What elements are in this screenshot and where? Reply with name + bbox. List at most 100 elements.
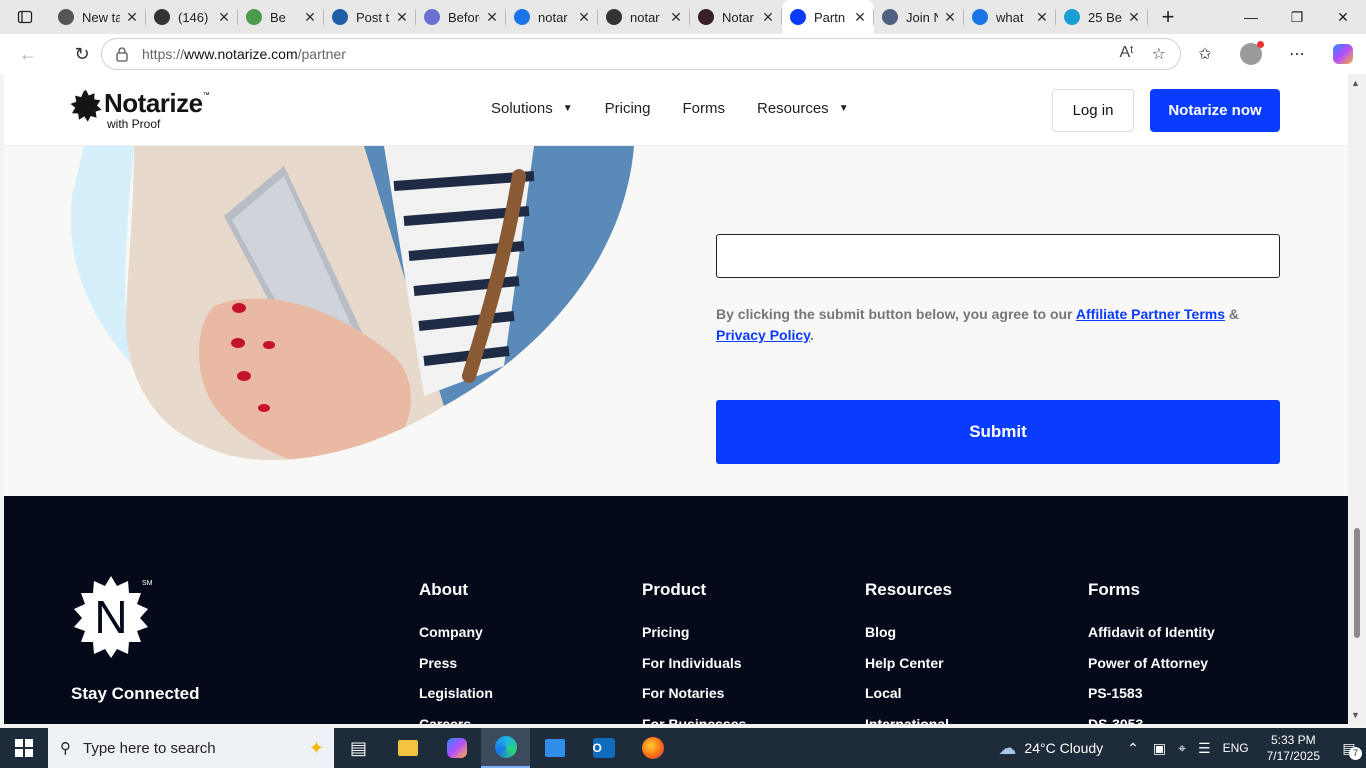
stay-connected-heading: Stay Connected	[71, 684, 200, 703]
browser-tab[interactable]: Notar ✕	[690, 0, 782, 34]
network-icon[interactable]: ⌖	[1178, 740, 1186, 757]
new-tab-button[interactable]: +	[1148, 4, 1188, 30]
more-menu-icon[interactable]: ⋯	[1274, 44, 1320, 64]
browser-tab[interactable]: New tab✕	[50, 0, 146, 34]
browser-tab[interactable]: 25 Be ✕	[1056, 0, 1148, 34]
footer-link[interactable]: Legislation	[419, 685, 493, 716]
file-explorer-icon[interactable]	[383, 728, 432, 768]
copilot-icon[interactable]	[1320, 44, 1366, 64]
footer-link[interactable]: Power of Attorney	[1088, 655, 1215, 686]
tab-close-icon[interactable]: ✕	[1126, 9, 1142, 26]
tab-close-icon[interactable]: ✕	[302, 9, 318, 26]
lock-icon[interactable]	[102, 46, 142, 62]
footer-link[interactable]: For Businesses	[642, 716, 746, 725]
tab-close-icon[interactable]: ✕	[216, 9, 232, 26]
browser-tab[interactable]: Join N✕	[874, 0, 964, 34]
meet-now-icon[interactable]: ▣	[1153, 740, 1166, 757]
address-bar-row: ← ↻ https://www.notarize.com/partner Aᵗ …	[0, 34, 1366, 74]
microsoft-store-icon[interactable]	[530, 728, 579, 768]
footer-link[interactable]: Pricing	[642, 624, 746, 655]
footer-link[interactable]: Help Center	[865, 655, 952, 686]
language-indicator[interactable]: ENG	[1223, 741, 1249, 755]
footer-link[interactable]: Blog	[865, 624, 952, 655]
browser-tab[interactable]: notar ✕	[506, 0, 598, 34]
form-text-field[interactable]	[716, 234, 1280, 278]
show-hidden-icons-chevron-icon[interactable]: ⌃	[1127, 740, 1139, 757]
profile-avatar[interactable]	[1228, 41, 1274, 65]
tab-close-icon[interactable]: ✕	[852, 9, 868, 26]
footer-link[interactable]: Press	[419, 655, 493, 686]
nav-item-solutions[interactable]: Solutions ▼	[491, 100, 573, 117]
footer-link[interactable]: Careers	[419, 716, 493, 725]
notarize-now-button[interactable]: Notarize now	[1150, 89, 1280, 132]
privacy-policy-link[interactable]: Privacy Policy	[716, 327, 810, 343]
browser-tab[interactable]: notar ✕	[598, 0, 690, 34]
start-button[interactable]	[0, 728, 48, 768]
minimize-button[interactable]: —	[1228, 0, 1274, 34]
taskbar-search-box[interactable]: ⚲ Type here to search ✦	[48, 728, 334, 768]
tab-close-icon[interactable]: ✕	[760, 9, 776, 26]
firefox-icon[interactable]	[628, 728, 677, 768]
browser-tab[interactable]: Be ✕	[238, 0, 324, 34]
clock[interactable]: 5:33 PM 7/17/2025	[1267, 732, 1320, 764]
dropdown-caret-icon: ▼	[838, 103, 849, 114]
tab-title: notar	[630, 9, 660, 25]
tab-close-icon[interactable]: ✕	[1034, 9, 1050, 26]
trademark-mark: ™	[202, 92, 210, 99]
tab-close-icon[interactable]: ✕	[484, 9, 500, 26]
nav-item-pricing[interactable]: Pricing	[605, 100, 651, 117]
outlook-icon[interactable]: O	[579, 728, 628, 768]
footer-link[interactable]: For Individuals	[642, 655, 746, 686]
browser-tab[interactable]: what ✕	[964, 0, 1056, 34]
close-window-button[interactable]: ✕	[1320, 0, 1366, 34]
browser-tab[interactable]: Partn ✕	[782, 0, 874, 34]
tab-actions-button[interactable]	[0, 0, 50, 34]
copilot-app-icon[interactable]	[432, 728, 481, 768]
footer-link[interactable]: For Notaries	[642, 685, 746, 716]
browser-tab[interactable]: Before✕	[416, 0, 506, 34]
nav-label: Forms	[682, 100, 725, 117]
task-view-icon[interactable]: ▤	[334, 728, 383, 768]
tab-close-icon[interactable]: ✕	[124, 9, 140, 26]
notarize-logo[interactable]: Notarize ™ with Proof	[70, 90, 210, 131]
footer-link[interactable]: Local	[865, 685, 952, 716]
favorite-star-icon[interactable]: ☆	[1152, 44, 1166, 64]
windows-logo-icon	[15, 739, 33, 757]
partner-form-section: By clicking the submit button below, you…	[4, 146, 1348, 496]
affiliate-terms-link[interactable]: Affiliate Partner Terms	[1076, 306, 1225, 322]
footer-link[interactable]: International	[865, 716, 952, 725]
footer-column-forms: Forms Affidavit of Identity Power of Attor…	[1088, 580, 1215, 724]
browser-tab[interactable]: Post t ✕	[324, 0, 416, 34]
read-aloud-icon[interactable]: Aᵗ	[1119, 44, 1133, 64]
search-icon: ⚲	[60, 740, 71, 757]
browser-tab[interactable]: (146) ✕	[146, 0, 238, 34]
hero-phone-image	[70, 146, 634, 461]
nav-item-forms[interactable]: Forms	[682, 100, 725, 117]
footer-link[interactable]: Company	[419, 624, 493, 655]
login-button[interactable]: Log in	[1052, 89, 1134, 132]
nav-item-resources[interactable]: Resources ▼	[757, 100, 849, 117]
address-field[interactable]: https://www.notarize.com/partner Aᵗ ☆	[101, 38, 1181, 70]
tab-close-icon[interactable]: ✕	[668, 9, 684, 26]
page-scrollbar[interactable]: ▲ ▼	[1348, 74, 1366, 724]
scroll-down-arrow-icon[interactable]: ▼	[1351, 710, 1360, 720]
footer-link[interactable]: Affidavit of Identity	[1088, 624, 1215, 655]
restore-button[interactable]: ❐	[1274, 0, 1320, 34]
submit-button[interactable]: Submit	[716, 400, 1280, 464]
notification-center-button[interactable]: ▤ 7	[1332, 728, 1366, 768]
edge-browser-icon[interactable]	[481, 728, 530, 768]
tab-close-icon[interactable]: ✕	[576, 9, 592, 26]
notification-count: 7	[1349, 747, 1362, 760]
scrollbar-thumb[interactable]	[1354, 528, 1360, 638]
weather-widget[interactable]: ☁ 24°C Cloudy	[998, 738, 1103, 759]
tab-close-icon[interactable]: ✕	[394, 9, 410, 26]
favorites-icon[interactable]: ✩	[1182, 44, 1228, 64]
footer-link[interactable]: DS-3053	[1088, 716, 1215, 725]
footer-seal-logo: N	[74, 576, 148, 658]
refresh-button[interactable]: ↻	[64, 36, 100, 72]
footer-link[interactable]: PS-1583	[1088, 685, 1215, 716]
scroll-up-arrow-icon[interactable]: ▲	[1351, 78, 1360, 88]
wifi-icon[interactable]: ☰	[1198, 740, 1211, 757]
back-button[interactable]: ←	[10, 36, 46, 72]
tab-close-icon[interactable]: ✕	[942, 9, 958, 26]
